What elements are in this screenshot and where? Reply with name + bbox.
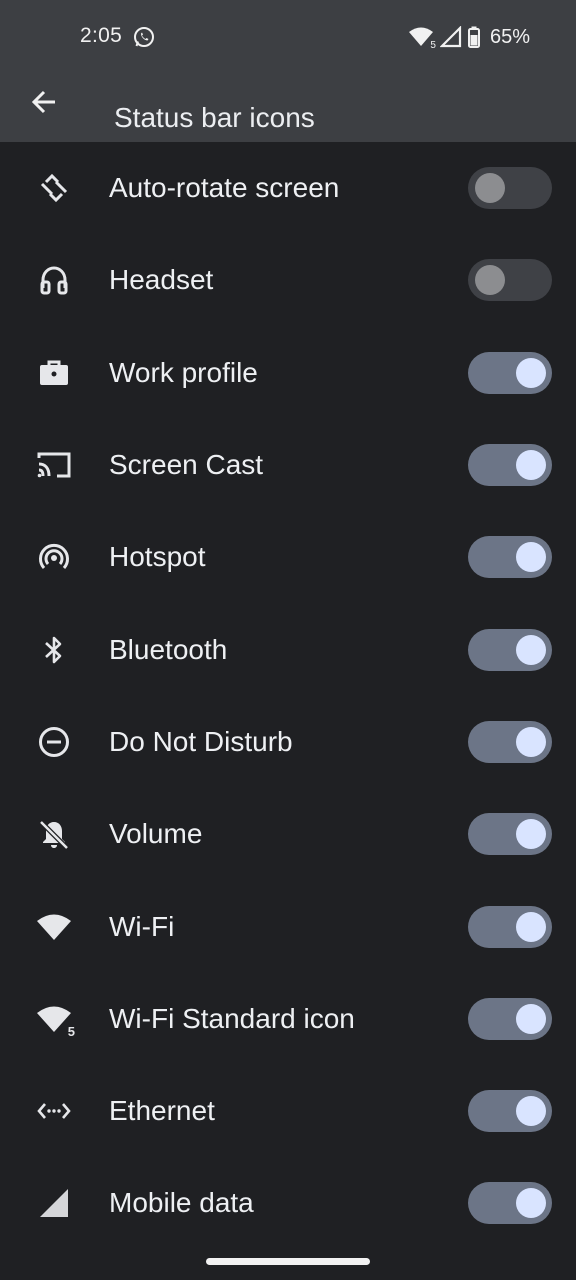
toggle-thumb: [516, 542, 546, 573]
setting-row-volume[interactable]: Volume: [0, 788, 576, 880]
setting-row-hotspot[interactable]: Hotspot: [0, 511, 576, 603]
toggle-thumb: [516, 634, 546, 665]
mobile-data-icon: [36, 1185, 72, 1221]
ethernet-icon: [36, 1093, 72, 1129]
setting-label: Auto-rotate screen: [109, 172, 340, 204]
setting-label: Work profile: [109, 356, 258, 388]
setting-row-do-not-disturb[interactable]: Do Not Disturb: [0, 696, 576, 788]
setting-label: Hotspot: [109, 541, 206, 573]
status-time: 2:05: [80, 24, 123, 47]
wifi-badge: 5: [430, 40, 436, 51]
toggle-switch[interactable]: [468, 167, 552, 210]
back-button[interactable]: [22, 82, 66, 126]
toggle-thumb: [516, 1096, 546, 1127]
toggle-thumb: [516, 911, 546, 942]
headset-icon: [36, 262, 72, 298]
toggle-switch[interactable]: [468, 444, 552, 487]
toggle-switch[interactable]: [468, 259, 552, 302]
setting-label: Ethernet: [109, 1095, 215, 1127]
auto-rotate-icon: [36, 170, 72, 206]
setting-row-wifi[interactable]: Wi-Fi: [0, 880, 576, 972]
toggle-thumb: [516, 726, 546, 757]
wifi-icon: 5: [408, 26, 436, 51]
toggle-switch[interactable]: [468, 628, 552, 671]
bell-off-icon: [36, 816, 72, 852]
setting-row-headset[interactable]: Headset: [0, 234, 576, 326]
toggle-switch[interactable]: [468, 905, 552, 948]
setting-label: Volume: [109, 818, 203, 850]
toggle-thumb: [475, 173, 505, 204]
app-bar: Status bar icons: [0, 76, 576, 142]
wifi-standard-badge: 5: [66, 1023, 76, 1039]
setting-label: Do Not Disturb: [109, 725, 293, 757]
toggle-thumb: [516, 1188, 546, 1219]
page-title: Status bar icons: [114, 101, 315, 133]
toggle-switch[interactable]: [468, 351, 552, 394]
setting-label: Headset: [109, 264, 214, 296]
setting-row-work-profile[interactable]: Work profile: [0, 327, 576, 419]
toggle-thumb: [475, 265, 505, 296]
toggle-thumb: [516, 1003, 546, 1034]
wifi-standard-icon: 5: [36, 1001, 76, 1039]
wifi-icon: [36, 909, 72, 945]
settings-screen: 2:05 5 65% Status bar icons Auto-rotate …: [0, 0, 576, 1280]
toggle-switch[interactable]: [468, 813, 552, 856]
signal-icon: [439, 25, 462, 48]
toggle-thumb: [516, 819, 546, 850]
setting-row-ethernet[interactable]: Ethernet: [0, 1065, 576, 1157]
toggle-switch[interactable]: [468, 536, 552, 579]
status-icon-list: Auto-rotate screen Headset Work profile …: [0, 142, 576, 1250]
battery-percent: 65%: [489, 25, 530, 48]
toggle-thumb: [516, 450, 546, 481]
arrow-back-icon: [30, 88, 58, 121]
whatsapp-icon: [132, 25, 156, 49]
cast-icon: [36, 447, 72, 483]
hotspot-icon: [36, 539, 72, 575]
setting-row-screen-cast[interactable]: Screen Cast: [0, 419, 576, 511]
battery-icon: [467, 26, 480, 48]
bluetooth-icon: [36, 632, 72, 668]
setting-row-bluetooth[interactable]: Bluetooth: [0, 603, 576, 695]
setting-label: Screen Cast: [109, 449, 264, 481]
do-not-disturb-icon: [36, 724, 72, 760]
status-bar: 2:05 5 65%: [0, 0, 576, 76]
briefcase-icon: [36, 355, 72, 391]
toggle-switch[interactable]: [468, 1090, 552, 1133]
setting-row-mobile-data[interactable]: Mobile data: [0, 1157, 576, 1249]
setting-label: Wi-Fi: [109, 910, 175, 942]
status-icons: 5 65%: [408, 24, 530, 51]
toggle-thumb: [516, 357, 546, 388]
setting-row-auto-rotate[interactable]: Auto-rotate screen: [0, 142, 576, 234]
toggle-switch[interactable]: [468, 1182, 552, 1225]
toggle-switch[interactable]: [468, 720, 552, 763]
toggle-switch[interactable]: [468, 997, 552, 1040]
setting-label: Mobile data: [109, 1187, 254, 1219]
home-indicator[interactable]: [206, 1258, 370, 1265]
setting-label: Bluetooth: [109, 633, 228, 665]
setting-label: Wi-Fi Standard icon: [109, 1002, 355, 1034]
setting-row-wifi-standard[interactable]: 5 Wi-Fi Standard icon: [0, 973, 576, 1065]
